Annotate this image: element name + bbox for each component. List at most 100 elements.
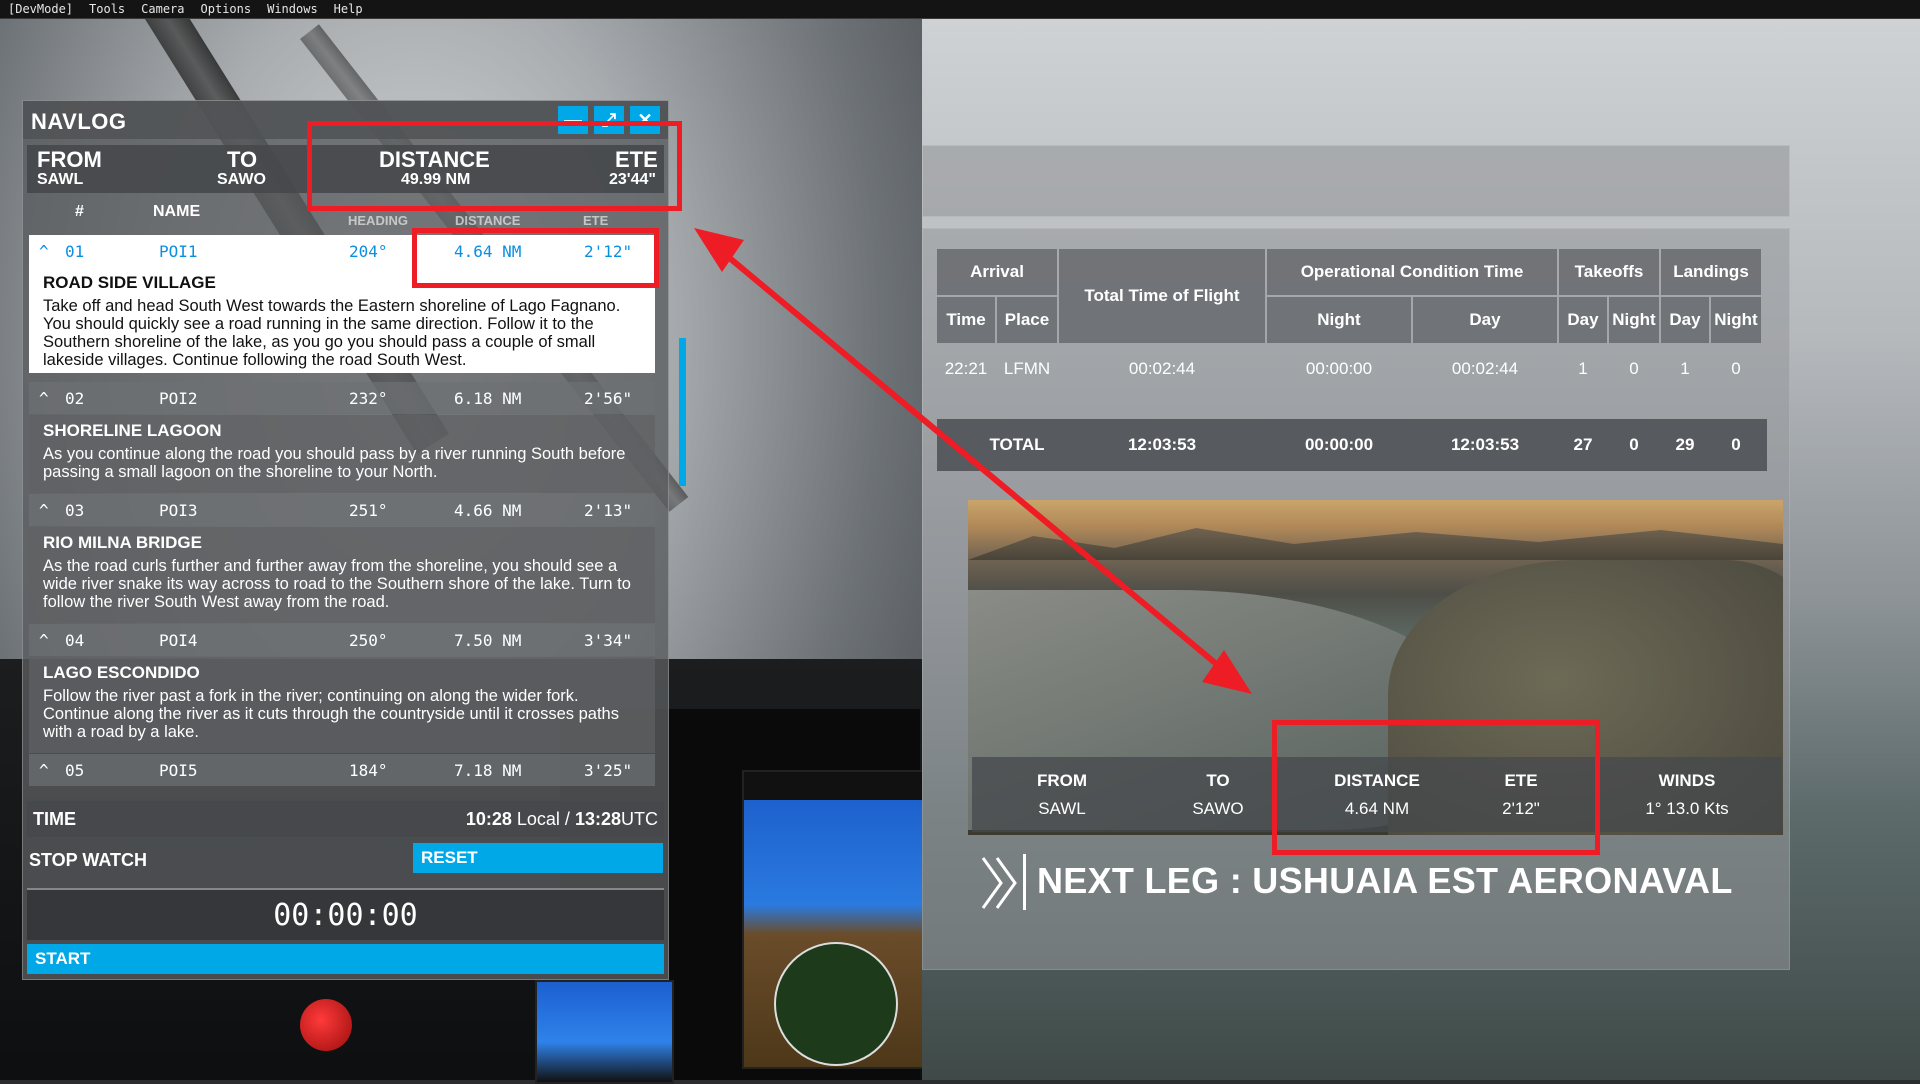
row-takeoff-day: 1: [1578, 359, 1588, 378]
logbook-header-bar: [922, 145, 1790, 217]
stopwatch-label: STOP WATCH: [29, 850, 148, 870]
total-landing-night: 0: [1731, 435, 1741, 454]
annotation-box-leginfo: [1272, 720, 1600, 855]
leg-distance: 7.18 NM: [454, 761, 522, 780]
hdr-takeoff-day: Day: [1559, 297, 1607, 343]
time-local-suffix: Local /: [516, 809, 570, 829]
leg-title: ROAD SIDE VILLAGE: [43, 273, 216, 292]
start-label: START: [35, 949, 91, 968]
navlog-scrollbar[interactable]: [679, 338, 686, 486]
menu-camera[interactable]: Camera: [133, 0, 192, 18]
leginfo-from-value: SAWL: [1038, 799, 1086, 818]
row-total: 00:02:44: [1128, 359, 1196, 378]
leg-text: As you continue along the road you shoul…: [43, 445, 626, 481]
time-row: TIME 10:28 Local / 13:28UTC: [27, 801, 664, 837]
secondary-display: [535, 980, 674, 1084]
leg-description: SHORELINE LAGOON As you continue along t…: [29, 415, 655, 493]
leg-name: POI4: [159, 631, 198, 650]
hdr-landing-night: Night: [1711, 297, 1761, 343]
leg-num: 01: [65, 242, 85, 261]
leg-row[interactable]: ^ 02 POI2 232° 6.18 NM 2'56": [29, 382, 655, 414]
col-heading: HEADING: [348, 213, 408, 228]
row-takeoff-night: 0: [1629, 359, 1639, 378]
total-day: 12:03:53: [1450, 435, 1520, 454]
start-button[interactable]: START: [27, 944, 664, 974]
leginfo-winds-label: WINDS: [1658, 771, 1716, 790]
col-name: NAME: [153, 203, 201, 220]
menu-tools[interactable]: Tools: [81, 0, 133, 18]
col-num: #: [75, 203, 84, 220]
leg-description: LAGO ESCONDIDO Follow the river past a f…: [29, 657, 655, 753]
hdr-takeoffs: Takeoffs: [1559, 249, 1659, 295]
hdr-arrival: Arrival: [937, 249, 1057, 295]
leg-description: RIO MILNA BRIDGE As the road curls furth…: [29, 527, 655, 623]
row-day: 00:02:44: [1451, 359, 1519, 378]
row-time: 22:21: [944, 359, 988, 378]
leg-name: POI1: [159, 242, 198, 261]
leg-num: 03: [65, 501, 85, 520]
menu-bar: [DevMode] Tools Camera Options Windows H…: [0, 0, 1920, 19]
time-utc-suffix: UTC: [621, 809, 658, 829]
total-takeoff-day: 27: [1573, 435, 1593, 454]
leg-row[interactable]: ^ 03 POI3 251° 4.66 NM 2'13": [29, 494, 655, 526]
collapse-chevron-icon[interactable]: ^: [39, 631, 49, 650]
leg-text: Take off and head South West towards the…: [43, 297, 621, 369]
next-leg-text: NEXT LEG : USHUAIA EST AERONAVAL: [1037, 860, 1733, 901]
total-label: TOTAL: [989, 435, 1045, 454]
leginfo-to-label: TO: [1206, 771, 1230, 790]
row-night: 00:00:00: [1305, 359, 1373, 378]
leg-text: Follow the river past a fork in the rive…: [43, 687, 619, 741]
leginfo-winds-value: 1° 13.0 Kts: [1645, 799, 1729, 818]
leg-heading: 250°: [349, 631, 388, 650]
leg-heading: 232°: [349, 389, 388, 408]
primary-flight-display: [742, 770, 926, 1069]
time-value: 10:28 Local / 13:28UTC: [466, 809, 658, 830]
leg-ete: 3'34": [584, 631, 633, 650]
collapse-chevron-icon[interactable]: ^: [39, 389, 49, 408]
stopwatch-display: 00:00:00: [27, 888, 664, 940]
menu-help[interactable]: Help: [326, 0, 371, 18]
hdr-landing-day: Day: [1661, 297, 1709, 343]
leg-heading: 184°: [349, 761, 388, 780]
row-landing-day: 1: [1680, 359, 1690, 378]
menu-options[interactable]: Options: [193, 0, 260, 18]
leg-distance: 4.66 NM: [454, 501, 522, 520]
chevron-right-icon: [981, 857, 1017, 909]
leg-ete: 2'56": [584, 389, 633, 408]
total-takeoff-night: 0: [1629, 435, 1639, 454]
hdr-op-cond: Operational Condition Time: [1267, 249, 1557, 295]
navlog-title: NAVLOG: [31, 109, 127, 134]
heading-indicator: [774, 942, 898, 1066]
summary-to-value: SAWO: [217, 171, 266, 188]
photo-mountains: [968, 528, 1783, 560]
leg-num: 02: [65, 389, 85, 408]
time-utc: 13:28: [574, 809, 621, 829]
next-leg-banner: NEXT LEG : USHUAIA EST AERONAVAL: [975, 852, 1775, 912]
collapse-chevron-icon[interactable]: ^: [39, 761, 49, 780]
leg-row[interactable]: ^ 04 POI4 250° 7.50 NM 3'34": [29, 624, 655, 656]
menu-windows[interactable]: Windows: [259, 0, 326, 18]
hdr-total-time: Total Time of Flight: [1059, 249, 1265, 343]
leg-text: As the road curls further and further aw…: [43, 557, 631, 611]
total-row: TOTAL 12:03:53 00:00:00 12:03:53 27 0 29…: [937, 419, 1767, 471]
row-landing-night: 0: [1731, 359, 1741, 378]
stopwatch-value: 00:00:00: [273, 898, 418, 933]
leg-name: POI3: [159, 501, 198, 520]
reset-button[interactable]: RESET: [413, 843, 663, 873]
summary-from-label: FROM: [37, 147, 102, 172]
leg-title: LAGO ESCONDIDO: [43, 663, 200, 682]
hdr-takeoff-night: Night: [1609, 297, 1659, 343]
leg-row[interactable]: ^ 05 POI5 184° 7.18 NM 3'25": [29, 754, 655, 786]
hdr-place: Place: [997, 297, 1057, 343]
leg-distance: 7.50 NM: [454, 631, 522, 650]
col-ete: ETE: [583, 213, 609, 228]
collapse-chevron-icon[interactable]: ^: [39, 501, 49, 520]
leg-num: 05: [65, 761, 85, 780]
leg-distance: 6.18 NM: [454, 389, 522, 408]
red-knob: [300, 999, 352, 1051]
collapse-chevron-icon[interactable]: ^: [39, 242, 49, 261]
total-time: 12:03:53: [1127, 435, 1197, 454]
menu-devmode[interactable]: [DevMode]: [0, 0, 81, 18]
total-landing-day: 29: [1675, 435, 1695, 454]
leg-name: POI5: [159, 761, 198, 780]
